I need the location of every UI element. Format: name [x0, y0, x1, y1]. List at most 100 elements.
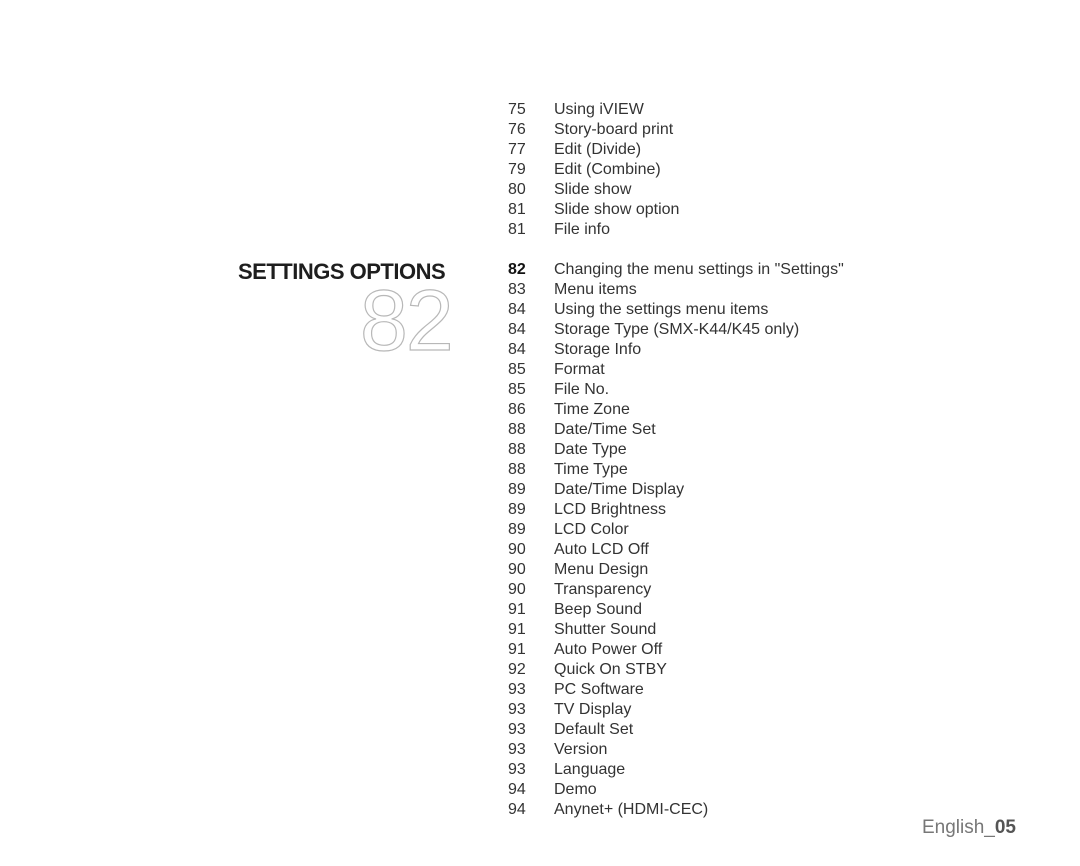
toc-page-number: 88: [508, 441, 526, 458]
toc-gap: [508, 240, 844, 260]
toc-entry-title: Auto LCD Off: [554, 541, 649, 558]
toc-entry[interactable]: 84 Using the settings menu items: [508, 300, 844, 320]
toc-entry[interactable]: 83 Menu items: [508, 280, 844, 300]
toc-entry-title: Slide show option: [554, 201, 680, 218]
toc-entry[interactable]: 80 Slide show: [508, 180, 844, 200]
toc-page-number: 91: [508, 601, 526, 618]
toc-entry[interactable]: 85 Format: [508, 360, 844, 380]
toc-page-number: 92: [508, 661, 526, 678]
toc-entry-title: Language: [554, 761, 626, 778]
toc-entry-title: Auto Power Off: [554, 641, 663, 658]
toc-page-number: 88: [508, 461, 526, 478]
toc-page-number: 91: [508, 641, 526, 658]
toc-page-number: 89: [508, 501, 526, 518]
toc-entry-title: Edit (Divide): [554, 141, 642, 158]
toc-page-number: 80: [508, 181, 526, 198]
toc-settings-section: 82 Changing the menu settings in "Setting…: [508, 260, 844, 820]
toc-entry-title: Default Set: [554, 721, 634, 738]
toc-entry-title: Menu items: [554, 281, 637, 298]
toc-entry[interactable]: 82 Changing the menu settings in "Setting…: [508, 260, 844, 280]
toc-entry-title: Using the settings menu items: [554, 301, 769, 318]
toc-entry[interactable]: 88 Time Type: [508, 460, 844, 480]
toc-entry[interactable]: 76 Story-board print: [508, 120, 844, 140]
toc-entry[interactable]: 79 Edit (Combine): [508, 160, 844, 180]
toc-entry-title: LCD Color: [554, 521, 629, 538]
toc-entry[interactable]: 84 Storage Type (SMX-K44/K45 only): [508, 320, 844, 340]
toc-entry[interactable]: 89 LCD Brightness: [508, 500, 844, 520]
toc-page-number: 75: [508, 101, 526, 118]
footer-page-number: 05: [994, 817, 1016, 838]
toc-entry-title: Time Zone: [554, 401, 630, 418]
toc-entry-title: Date Type: [554, 441, 627, 458]
toc-entry[interactable]: 91 Auto Power Off: [508, 640, 844, 660]
toc-page-number: 82: [508, 261, 526, 278]
toc-page-number: 90: [508, 581, 526, 598]
toc-page-number: 89: [508, 481, 526, 498]
toc-page-number: 76: [508, 121, 526, 138]
toc-entry[interactable]: 84 Storage Info: [508, 340, 844, 360]
toc-entry-title: Date/Time Display: [554, 481, 685, 498]
toc-entry[interactable]: 91 Beep Sound: [508, 600, 844, 620]
toc-entry[interactable]: 81 Slide show option: [508, 200, 844, 220]
toc-entry[interactable]: 93 Language: [508, 760, 844, 780]
toc-page-number: 84: [508, 301, 526, 318]
toc-page-number: 93: [508, 741, 526, 758]
toc-page-number: 94: [508, 801, 526, 818]
footer-language: English_: [921, 817, 995, 838]
toc-entry-title: Transparency: [554, 581, 652, 598]
toc-entry[interactable]: 93 Default Set: [508, 720, 844, 740]
toc-entry-title: Menu Design: [554, 561, 649, 578]
toc-entry-title: Using iVIEW: [554, 101, 644, 118]
toc-page-number: 85: [508, 381, 526, 398]
toc-entry-title: LCD Brightness: [554, 501, 667, 518]
toc-entry[interactable]: 75 Using iVIEW: [508, 100, 844, 120]
toc-page-number: 77: [508, 141, 526, 158]
toc-page-number: 88: [508, 421, 526, 438]
toc-entry[interactable]: 91 Shutter Sound: [508, 620, 844, 640]
toc-entry[interactable]: 89 Date/Time Display: [508, 480, 844, 500]
toc-entry-title: Edit (Combine): [554, 161, 661, 178]
toc-entry-title: Time Type: [554, 461, 628, 478]
toc-entry-title: Storage Info: [554, 341, 642, 358]
toc-entry[interactable]: 88 Date Type: [508, 440, 844, 460]
toc-page-number: 93: [508, 681, 526, 698]
toc-page-number: 94: [508, 781, 526, 798]
toc-entry[interactable]: 94 Anynet+ (HDMI-CEC): [508, 800, 844, 820]
toc-entry[interactable]: 77 Edit (Divide): [508, 140, 844, 160]
toc-entry-title: File info: [554, 221, 611, 238]
toc-page-number: 81: [508, 201, 526, 218]
toc-entry-title: TV Display: [554, 701, 632, 718]
toc-entry[interactable]: 93 PC Software: [508, 680, 844, 700]
toc-entry[interactable]: 93 Version: [508, 740, 844, 760]
toc-page-number: 81: [508, 221, 526, 238]
section-page-number: 82: [359, 273, 454, 369]
toc-entry[interactable]: 90 Menu Design: [508, 560, 844, 580]
toc-entry-title: Version: [554, 741, 608, 758]
toc-entry-title: Story-board print: [554, 121, 674, 138]
toc-entry[interactable]: 81 File info: [508, 220, 844, 240]
toc-entry[interactable]: 94 Demo: [508, 780, 844, 800]
toc-entry-title: Storage Type (SMX-K44/K45 only): [554, 321, 800, 338]
toc-entry-title: Format: [554, 361, 605, 378]
toc-entry[interactable]: 90 Transparency: [508, 580, 844, 600]
toc-page-number: 90: [508, 561, 526, 578]
toc-entry-title: Changing the menu settings in "Settings": [554, 261, 844, 278]
toc-entry-title: Quick On STBY: [554, 661, 667, 678]
toc-entry[interactable]: 88 Date/Time Set: [508, 420, 844, 440]
toc-entry-title: Slide show: [554, 181, 632, 198]
toc-entry[interactable]: 90 Auto LCD Off: [508, 540, 844, 560]
toc-entry[interactable]: 93 TV Display: [508, 700, 844, 720]
toc-entry-title: Shutter Sound: [554, 621, 657, 638]
page-footer: English_05: [922, 817, 1016, 839]
toc-entry[interactable]: 92 Quick On STBY: [508, 660, 844, 680]
toc-page-number: 93: [508, 701, 526, 718]
toc-entry-title: Beep Sound: [554, 601, 643, 618]
toc-page-number: 84: [508, 321, 526, 338]
toc-page-number: 79: [508, 161, 526, 178]
toc-entry[interactable]: 86 Time Zone: [508, 400, 844, 420]
toc-entry[interactable]: 89 LCD Color: [508, 520, 844, 540]
toc-page-number: 90: [508, 541, 526, 558]
toc-entry[interactable]: 85 File No.: [508, 380, 844, 400]
toc-entry-title: Demo: [554, 781, 597, 798]
toc-entry-title: Anynet+ (HDMI-CEC): [554, 801, 709, 818]
